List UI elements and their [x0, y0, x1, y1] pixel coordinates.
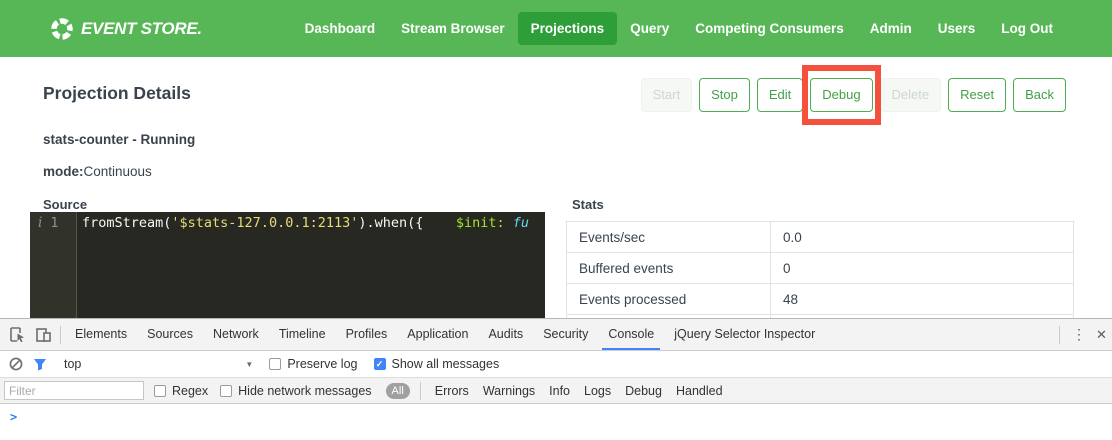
level-filter-handled[interactable]: Handled — [676, 384, 723, 398]
hide-network-toggle[interactable]: Hide network messages — [220, 384, 371, 398]
execution-context-selector[interactable]: top ▼ — [64, 357, 253, 371]
source-section-label: Source — [43, 197, 87, 212]
level-filter-errors[interactable]: Errors — [435, 384, 469, 398]
stat-value: 0.0 — [771, 222, 1074, 253]
show-all-messages-toggle[interactable]: ✓ Show all messages — [374, 357, 500, 371]
filter-divider — [420, 382, 421, 400]
tab-audits[interactable]: Audits — [478, 319, 533, 350]
nav-item-stream-browser[interactable]: Stream Browser — [388, 12, 518, 45]
inspect-element-icon[interactable] — [4, 323, 30, 347]
console-filter-bar: Regex Hide network messages All Errors W… — [0, 377, 1112, 404]
annotation-info-icon: i — [38, 214, 42, 318]
start-button[interactable]: Start — [641, 78, 692, 112]
stat-label: Events/sec — [567, 222, 771, 253]
event-store-admin-screen: EVENT STORE. Dashboard Stream Browser Pr… — [0, 0, 1112, 440]
code-token-keyword: fu — [505, 215, 529, 231]
device-toolbar-icon[interactable] — [30, 323, 56, 347]
mode-label: mode: — [43, 164, 84, 179]
filter-input[interactable] — [4, 381, 144, 400]
show-all-messages-checkbox[interactable]: ✓ — [374, 358, 386, 370]
debug-button[interactable]: Debug — [810, 78, 872, 112]
editor-code-line[interactable]: fromStream('$stats-127.0.0.1:2113').when… — [76, 212, 529, 318]
nav-item-admin[interactable]: Admin — [857, 12, 925, 45]
stats-section-label: Stats — [572, 197, 604, 212]
stat-value: 48 — [771, 284, 1074, 315]
projection-action-buttons: Start Stop Edit Debug Delete Reset Back — [641, 78, 1066, 112]
level-filter-logs[interactable]: Logs — [584, 384, 611, 398]
hide-network-label: Hide network messages — [238, 384, 371, 398]
preserve-log-label: Preserve log — [287, 357, 357, 371]
stats-table: Events/sec 0.0 Buffered events 0 Events … — [566, 221, 1074, 318]
level-filter-all[interactable]: All — [386, 383, 410, 399]
nav-item-users[interactable]: Users — [925, 12, 989, 45]
stat-label: Events processed — [567, 284, 771, 315]
tab-profiles[interactable]: Profiles — [336, 319, 398, 350]
level-filter-debug[interactable]: Debug — [625, 384, 662, 398]
top-navbar: EVENT STORE. Dashboard Stream Browser Pr… — [0, 0, 1112, 57]
code-token-string: '$stats-127.0.0.1:2113' — [171, 215, 358, 231]
tab-application[interactable]: Application — [397, 319, 478, 350]
level-filter-info[interactable]: Info — [549, 384, 570, 398]
nav-item-competing-consumers[interactable]: Competing Consumers — [682, 12, 857, 45]
reset-button[interactable]: Reset — [948, 78, 1006, 112]
tab-jquery-selector-inspector[interactable]: jQuery Selector Inspector — [664, 319, 825, 350]
filter-icon[interactable] — [28, 352, 52, 376]
regex-toggle[interactable]: Regex — [154, 384, 208, 398]
tab-network[interactable]: Network — [203, 319, 269, 350]
hide-network-checkbox[interactable] — [220, 385, 232, 397]
code-token-function: fromStream( — [82, 215, 171, 231]
editor-gutter: i 1 — [30, 212, 76, 318]
nav-item-log-out[interactable]: Log Out — [988, 12, 1066, 45]
projection-mode: mode:Continuous — [43, 164, 152, 179]
nav-item-dashboard[interactable]: Dashboard — [292, 12, 389, 45]
devtools-panel: Elements Sources Network Timeline Profil… — [0, 318, 1112, 440]
devtools-menu-icon[interactable]: ⋮ — [1064, 326, 1094, 343]
stat-value: 0 — [771, 253, 1074, 284]
projection-status: stats-counter - Running — [43, 132, 195, 147]
table-row: Buffered events 0 — [567, 253, 1074, 284]
code-token-property: $init: — [456, 215, 505, 231]
event-store-logo-icon — [50, 17, 74, 41]
source-code-editor[interactable]: i 1 fromStream('$stats-127.0.0.1:2113').… — [30, 212, 545, 318]
nav-item-query[interactable]: Query — [617, 12, 682, 45]
page-title: Projection Details — [43, 83, 191, 104]
main-nav: Dashboard Stream Browser Projections Que… — [292, 12, 1066, 45]
tab-console[interactable]: Console — [598, 319, 664, 350]
edit-button[interactable]: Edit — [757, 78, 803, 112]
devtools-tabbar: Elements Sources Network Timeline Profil… — [0, 319, 1112, 351]
delete-button[interactable]: Delete — [880, 78, 942, 112]
tab-security[interactable]: Security — [533, 319, 598, 350]
show-all-messages-label: Show all messages — [392, 357, 500, 371]
preserve-log-checkbox[interactable] — [269, 358, 281, 370]
brand-name: EVENT STORE. — [81, 19, 202, 39]
level-filter-warnings[interactable]: Warnings — [483, 384, 535, 398]
regex-checkbox[interactable] — [154, 385, 166, 397]
chevron-down-icon: ▼ — [245, 360, 253, 369]
mode-value: Continuous — [84, 164, 152, 179]
stat-label: Buffered events — [567, 253, 771, 284]
context-value: top — [64, 357, 81, 371]
projection-details-page: Projection Details Start Stop Edit Debug… — [0, 57, 1112, 318]
line-number: 1 — [50, 214, 58, 318]
console-prompt-icon[interactable]: > — [10, 410, 17, 424]
code-token-mid: ).when({ — [358, 215, 456, 231]
tab-elements[interactable]: Elements — [65, 319, 137, 350]
brand[interactable]: EVENT STORE. — [50, 17, 202, 41]
toolbar-divider — [1059, 326, 1060, 344]
preserve-log-toggle[interactable]: Preserve log — [269, 357, 357, 371]
toolbar-divider — [60, 326, 61, 344]
devtools-close-icon[interactable]: ✕ — [1094, 327, 1112, 343]
tab-sources[interactable]: Sources — [137, 319, 203, 350]
table-row: Events/sec 0.0 — [567, 222, 1074, 253]
back-button[interactable]: Back — [1013, 78, 1066, 112]
clear-console-icon[interactable] — [4, 352, 28, 376]
regex-label: Regex — [172, 384, 208, 398]
table-row: Events processed 48 — [567, 284, 1074, 315]
console-output-area[interactable]: > — [0, 404, 1112, 440]
tab-timeline[interactable]: Timeline — [269, 319, 336, 350]
stats-table-wrap: Events/sec 0.0 Buffered events 0 Events … — [566, 221, 1074, 318]
console-toolbar: top ▼ Preserve log ✓ Show all messages — [0, 351, 1112, 377]
stop-button[interactable]: Stop — [699, 78, 750, 112]
nav-item-projections[interactable]: Projections — [518, 12, 618, 45]
